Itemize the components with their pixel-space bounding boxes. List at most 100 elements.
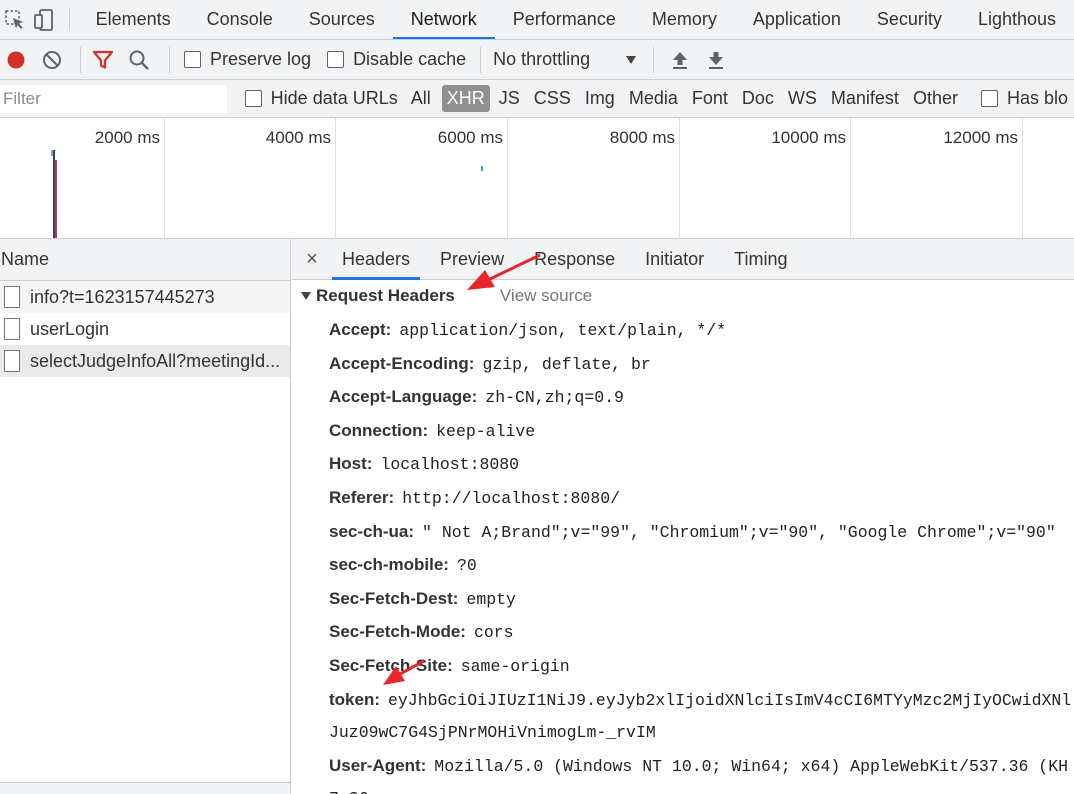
request-headers-section-header[interactable]: Request Headers View source (292, 280, 1074, 312)
header-name: User-Agent: (329, 755, 427, 775)
overview-tick: 12000 ms (851, 118, 1023, 238)
filter-type-other[interactable]: Other (908, 85, 963, 112)
name-column-label: Name (1, 249, 50, 269)
header-row: Referer: http://localhost:8080/ (292, 482, 1074, 516)
request-row[interactable]: userLogin (0, 313, 290, 345)
request-row[interactable]: info?t=1623157445273 (0, 281, 290, 313)
header-value: cors (473, 623, 514, 643)
tab-console[interactable]: Console (189, 0, 291, 39)
request-row-selected[interactable]: selectJudgeInfoAll?meetingId... (0, 345, 290, 377)
load-marker (55, 160, 57, 238)
filter-type-font[interactable]: Font (687, 85, 733, 112)
filter-type-media[interactable]: Media (624, 85, 683, 112)
filter-type-all[interactable]: All (406, 85, 436, 112)
header-row: Connection: keep-alive (292, 415, 1074, 449)
header-name: Sec-Fetch-Site: (329, 655, 453, 675)
search-icon[interactable] (117, 40, 161, 79)
request-name: userLogin (30, 318, 110, 339)
disable-cache-checkbox[interactable]: Disable cache (327, 49, 466, 70)
tick-label: 4000 ms (265, 128, 331, 147)
request-list-footer (0, 782, 290, 794)
toolbar-divider (68, 8, 70, 31)
header-name: Sec-Fetch-Mode: (329, 622, 466, 642)
tab-network[interactable]: Network (392, 0, 495, 39)
tick-label: 8000 ms (609, 128, 675, 147)
tab-memory[interactable]: Memory (634, 0, 735, 39)
tab-application[interactable]: Application (735, 0, 859, 39)
header-name: Connection: (329, 420, 429, 440)
device-toolbar-icon[interactable] (29, 0, 58, 39)
filter-type-doc[interactable]: Doc (737, 85, 779, 112)
filter-icon[interactable] (89, 40, 117, 79)
inspect-icon[interactable] (0, 0, 29, 39)
tab-timing[interactable]: Timing (724, 239, 797, 279)
header-value: keep-alive (436, 421, 536, 441)
tab-initiator[interactable]: Initiator (635, 239, 714, 279)
header-value: application/json, text/plain, */* (399, 321, 727, 340)
header-value: " Not A;Brand";v="99", "Chromium";v="90"… (422, 522, 1056, 542)
header-name: Accept: (329, 320, 392, 339)
request-list: Name info?t=1623157445273 userLogin sele… (0, 239, 291, 794)
header-list: Accept: application/json, text/plain, */*… (292, 312, 1074, 794)
header-row: Sec-Fetch-Dest: empty (292, 583, 1074, 617)
header-name: token: (329, 689, 380, 709)
header-value: eyJhbGciOiJIUzI1NiJ9.eyJyb2xlIjoidXNlciI… (388, 690, 1072, 710)
throttling-select[interactable]: No throttling (489, 49, 645, 70)
header-row: User-Agent: Mozilla/5.0 (Windows NT 10.0;… (292, 750, 1074, 784)
overview-tick: 2000 ms (0, 118, 165, 238)
detail-tabbar: × Headers Preview Response Initiator Tim… (292, 239, 1074, 280)
filter-type-css[interactable]: CSS (529, 85, 576, 112)
section-title: Request Headers (316, 286, 455, 305)
hide-data-urls-checkbox[interactable]: Hide data URLs (244, 88, 398, 109)
tab-preview[interactable]: Preview (430, 239, 514, 279)
export-har-icon[interactable] (698, 40, 734, 79)
header-name: sec-ch-ua: (329, 521, 415, 541)
has-blocked-cookies-checkbox[interactable]: Has blo (980, 88, 1068, 109)
tick-label: 2000 ms (94, 128, 160, 147)
view-source-link[interactable]: View source (500, 286, 592, 306)
filter-input[interactable] (0, 84, 227, 113)
close-icon[interactable]: × (292, 239, 332, 279)
checkbox-box[interactable] (244, 90, 262, 107)
header-row: sec-ch-mobile: ?0 (292, 549, 1074, 583)
filter-type-xhr[interactable]: XHR (441, 85, 490, 112)
network-overview-timeline[interactable]: 2000 ms 4000 ms 6000 ms 8000 ms 10000 ms… (0, 118, 1074, 239)
collapse-triangle-icon[interactable] (301, 292, 311, 300)
request-bar (51, 150, 53, 156)
tab-elements[interactable]: Elements (78, 0, 189, 39)
checkbox-box[interactable] (980, 90, 998, 107)
import-har-icon[interactable] (662, 40, 698, 79)
filter-type-ws[interactable]: WS (783, 85, 822, 112)
tab-response[interactable]: Response (524, 239, 625, 279)
record-icon[interactable] (0, 40, 32, 79)
checkbox-box[interactable] (184, 51, 201, 68)
header-name: Accept-Language: (329, 387, 478, 407)
header-name: Referer: (329, 487, 395, 507)
header-value-continuation: Juz09wC7G4SjPNrMOHiVnimogLm-_rvIM (329, 723, 656, 743)
overview-tick: 10000 ms (680, 118, 851, 238)
name-column-header[interactable]: Name (0, 239, 290, 281)
header-value: same-origin (460, 656, 570, 676)
filter-type-js[interactable]: JS (494, 85, 525, 112)
request-name: info?t=1623157445273 (30, 286, 215, 307)
header-name: Accept-Encoding: (329, 353, 475, 373)
tab-performance[interactable]: Performance (495, 0, 634, 39)
tab-security[interactable]: Security (859, 0, 960, 39)
header-value: gzip, deflate, br (482, 354, 651, 374)
tab-lighthouse[interactable]: Lighthous (960, 0, 1074, 39)
filter-type-img[interactable]: Img (580, 85, 620, 112)
toolbar-divider (169, 46, 170, 73)
file-icon (4, 350, 20, 372)
header-value: zh-CN,zh;q=0.9 (485, 388, 624, 408)
preserve-log-checkbox[interactable]: Preserve log (184, 49, 311, 70)
header-value: localhost:8080 (380, 455, 520, 475)
tab-sources[interactable]: Sources (291, 0, 393, 39)
dropdown-arrow-icon (625, 49, 637, 70)
tab-headers[interactable]: Headers (332, 239, 421, 280)
header-value: empty (466, 589, 516, 609)
header-row: Accept-Encoding: gzip, deflate, br (292, 348, 1074, 382)
filter-type-manifest[interactable]: Manifest (826, 85, 904, 112)
clear-icon[interactable] (32, 40, 72, 79)
checkbox-box[interactable] (327, 51, 345, 68)
header-value: ?0 (456, 556, 477, 576)
